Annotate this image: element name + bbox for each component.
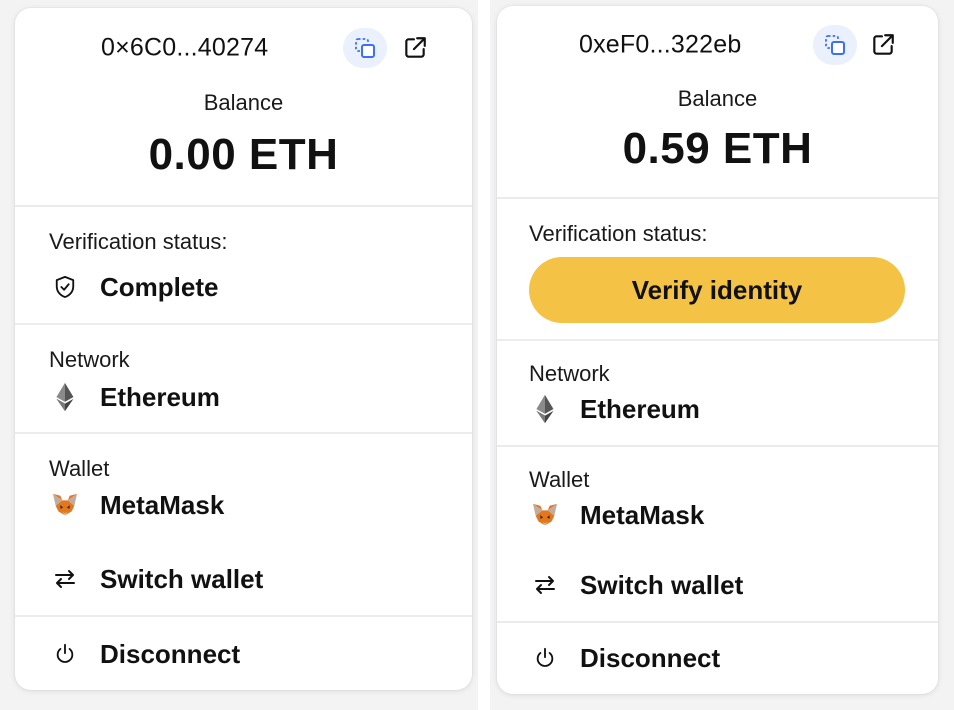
divider — [497, 339, 938, 341]
divider — [15, 323, 472, 325]
network-item: Ethereum — [52, 380, 220, 414]
ethereum-icon — [52, 382, 78, 412]
balance-label: Balance — [203, 90, 284, 115]
network-label: Network — [49, 347, 130, 372]
disconnect-button[interactable]: Disconnect — [52, 637, 240, 671]
disconnect-label: Disconnect — [100, 638, 241, 669]
address-row: 0×6C0...40274 — [15, 28, 472, 68]
external-link-icon — [405, 37, 426, 58]
disconnect-button[interactable]: Disconnect — [532, 641, 720, 675]
network-item: Ethereum — [532, 392, 700, 426]
divider — [497, 621, 938, 623]
switch-wallet-button[interactable]: Switch wallet — [532, 568, 743, 602]
wallet-label: Wallet — [49, 456, 110, 481]
power-icon — [532, 645, 558, 671]
verify-identity-button[interactable]: Verify identity — [529, 257, 905, 323]
verification-status-value: Complete — [100, 271, 219, 302]
switch-arrows-icon — [52, 566, 78, 592]
network-value: Ethereum — [100, 381, 220, 412]
divider — [497, 197, 938, 199]
balance-label: Balance — [677, 86, 758, 111]
switch-wallet-button[interactable]: Switch wallet — [52, 562, 263, 596]
metamask-fox-icon — [532, 502, 558, 528]
divider — [15, 432, 472, 434]
metamask-fox-icon — [52, 492, 78, 518]
account-card-verified: 0×6C0...40274 Balance 0.00 ETH Verificat… — [15, 8, 472, 690]
switch-wallet-label: Switch wallet — [100, 563, 264, 594]
external-link-icon — [873, 34, 894, 55]
copy-icon — [825, 35, 845, 55]
shield-check-icon — [52, 274, 78, 300]
balance-value: 0.00 ETH — [148, 130, 339, 179]
copy-address-button[interactable] — [813, 25, 857, 65]
verification-status: Complete — [52, 270, 218, 304]
open-explorer-button[interactable] — [867, 25, 899, 65]
switch-arrows-icon — [532, 572, 558, 598]
wallet-item: MetaMask — [532, 498, 704, 532]
wallet-value: MetaMask — [580, 499, 705, 530]
network-label: Network — [529, 361, 610, 386]
copy-address-button[interactable] — [343, 28, 387, 68]
divider — [15, 205, 472, 207]
open-explorer-button[interactable] — [399, 28, 431, 68]
address-row: 0xeF0...322eb — [497, 25, 938, 65]
account-card-unverified: 0xeF0...322eb Balance 0.59 ETH Verificat… — [497, 6, 938, 694]
divider — [497, 445, 938, 447]
wallet-label: Wallet — [529, 467, 590, 492]
switch-wallet-label: Switch wallet — [580, 569, 744, 600]
panel-gap — [478, 0, 490, 710]
verification-status-label: Verification status: — [529, 221, 708, 246]
copy-icon — [355, 38, 375, 58]
balance-value: 0.59 ETH — [622, 124, 813, 173]
disconnect-label: Disconnect — [580, 642, 721, 673]
power-icon — [52, 641, 78, 667]
wallet-address: 0×6C0...40274 — [101, 33, 269, 62]
wallet-item: MetaMask — [52, 488, 224, 522]
divider — [15, 615, 472, 617]
network-value: Ethereum — [580, 393, 700, 424]
wallet-address: 0xeF0...322eb — [579, 30, 742, 59]
wallet-value: MetaMask — [100, 489, 225, 520]
verification-status-label: Verification status: — [49, 229, 228, 254]
ethereum-icon — [532, 394, 558, 424]
